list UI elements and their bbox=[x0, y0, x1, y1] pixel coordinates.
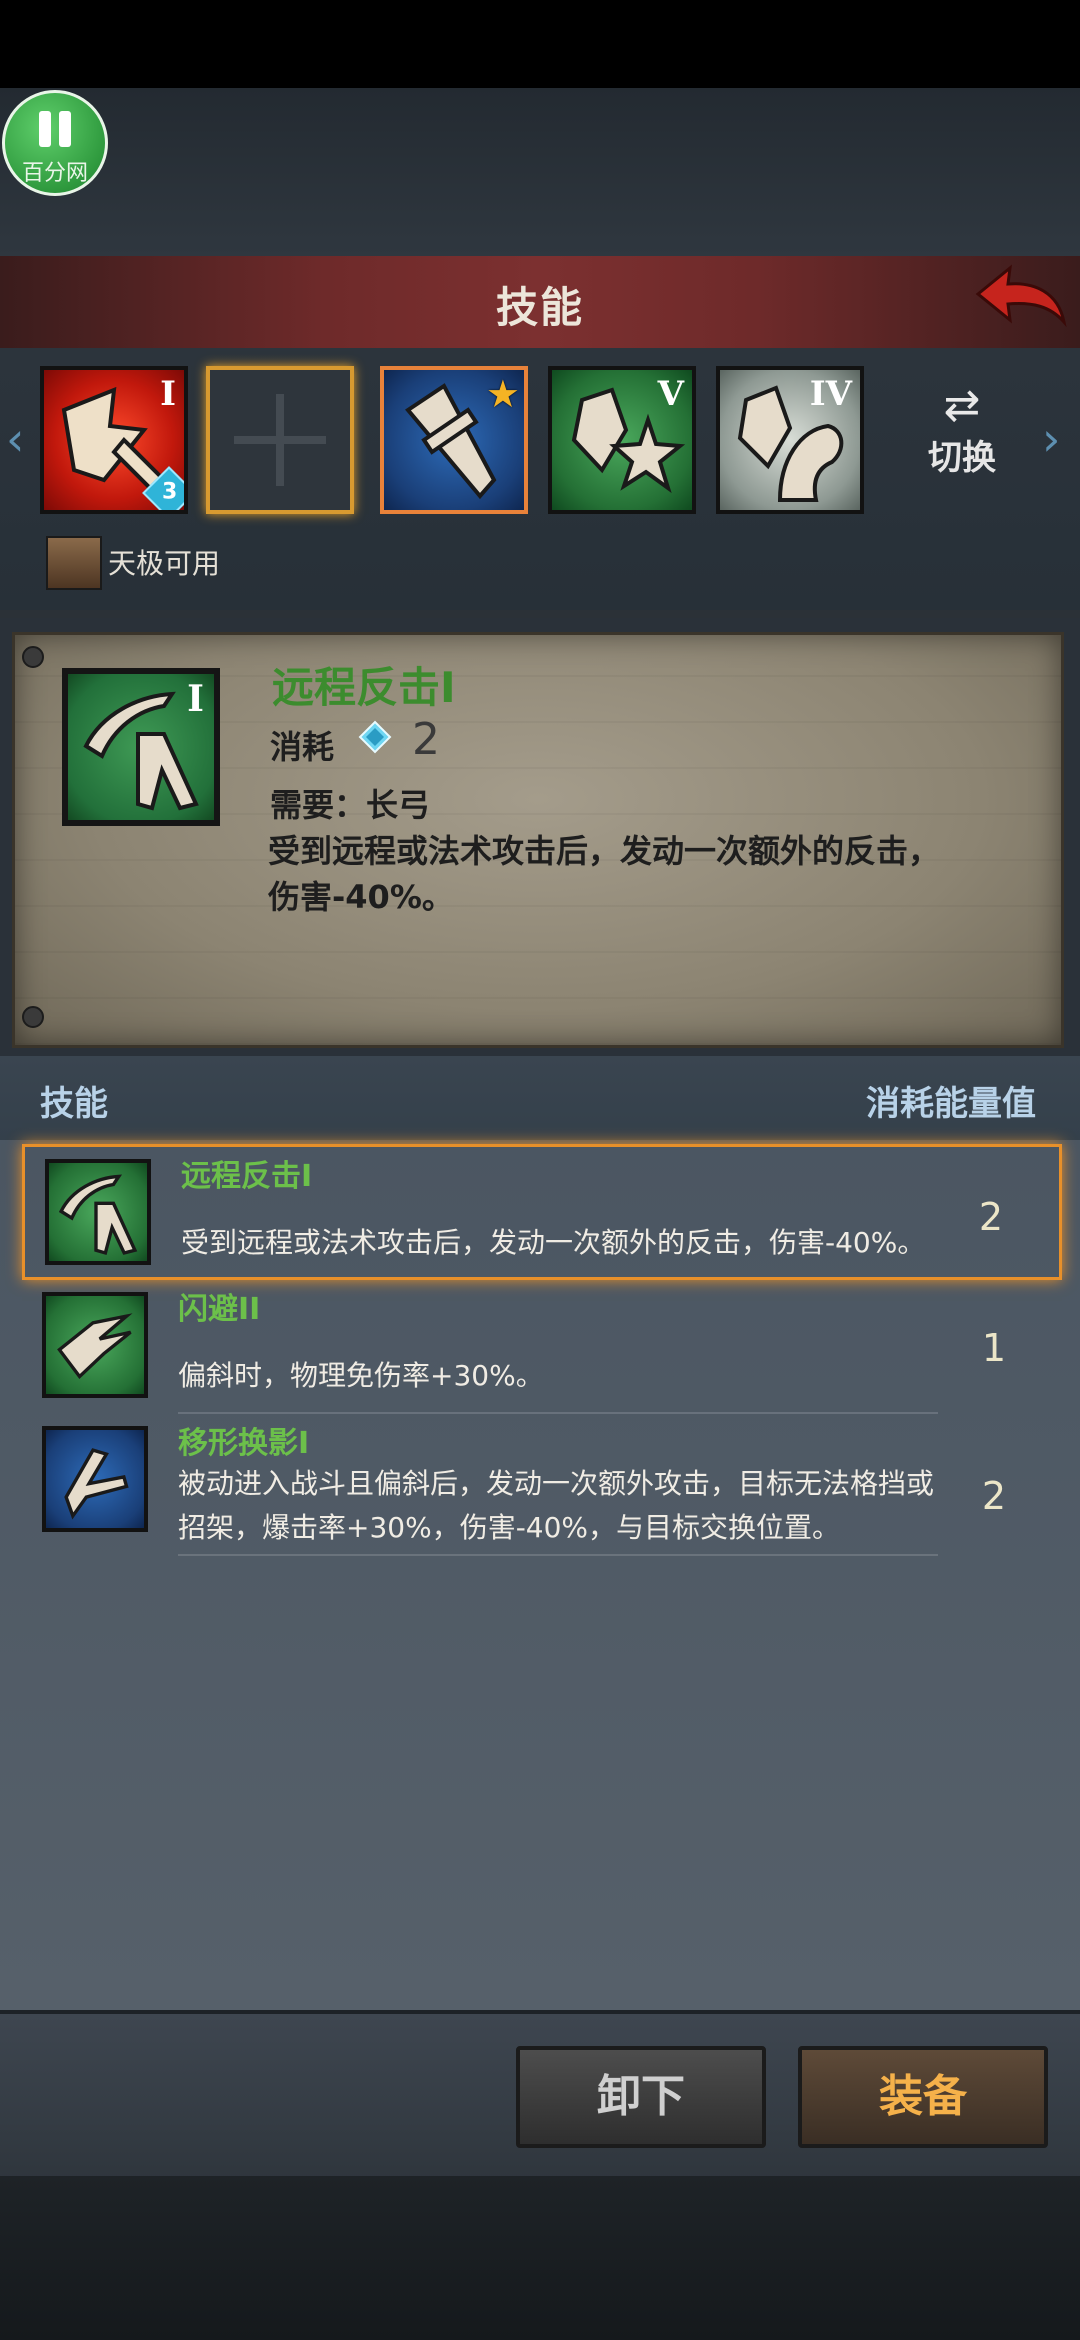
list-item-cost: 1 bbox=[981, 1326, 1006, 1370]
rivet-icon bbox=[22, 1006, 44, 1028]
energy-gem-icon bbox=[358, 720, 392, 754]
list-item[interactable]: 闪避II 偏斜时，物理免伤率+30%。 1 bbox=[22, 1284, 1062, 1416]
detail-cost-value: 2 bbox=[412, 714, 440, 765]
row-divider bbox=[178, 1412, 938, 1414]
dodge-icon bbox=[42, 1292, 148, 1398]
slot-rank: I bbox=[160, 374, 176, 414]
detail-skill-icon: I bbox=[62, 668, 220, 826]
slot-rank: IV bbox=[809, 374, 852, 414]
hero-available-label: 天极可用 bbox=[108, 547, 221, 580]
switch-button[interactable]: ⇄ 切换 bbox=[912, 382, 1012, 479]
footer-area bbox=[0, 2176, 1080, 2340]
scroll-right-icon[interactable]: › bbox=[1042, 412, 1060, 466]
hero-avatar bbox=[46, 536, 102, 590]
top-background bbox=[0, 88, 1080, 256]
status-bar bbox=[0, 0, 1080, 88]
equip-button[interactable]: 装备 bbox=[798, 2046, 1048, 2148]
page-title: 技能 bbox=[495, 283, 584, 332]
detail-rank: I bbox=[187, 678, 204, 720]
list-header-skill: 技能 bbox=[40, 1084, 108, 1124]
skill-slot-2-empty[interactable] bbox=[206, 366, 354, 514]
swap-arrows-icon: ⇄ bbox=[943, 380, 981, 431]
skill-slot-4[interactable]: V bbox=[548, 366, 696, 514]
list-header-energy: 消耗能量值 bbox=[866, 1084, 1036, 1124]
pause-icon-bar bbox=[39, 111, 51, 147]
detail-skill-name: 远程反击I bbox=[272, 663, 456, 712]
list-item-name: 远程反击I bbox=[181, 1159, 313, 1194]
list-item-name: 闪避II bbox=[178, 1292, 261, 1327]
list-item-description: 被动进入战斗且偏斜后，发动一次额外攻击，目标无法格挡或招架，爆击率+30%，伤害… bbox=[178, 1467, 935, 1544]
detail-description: 受到远程或法术攻击后，发动一次额外的反击，伤害-40%。 bbox=[268, 832, 941, 916]
bow-counter-icon bbox=[45, 1159, 151, 1265]
detail-cost-label: 消耗 bbox=[270, 728, 335, 766]
detail-requirement: 需要：长弓 bbox=[270, 786, 431, 824]
list-item-description: 偏斜时，物理免伤率+30%。 bbox=[178, 1359, 544, 1392]
back-arrow-icon[interactable] bbox=[970, 262, 1070, 338]
list-item-selected[interactable]: 远程反击I 受到远程或法术攻击后，发动一次额外的反击，伤害-40%。 2 bbox=[22, 1144, 1062, 1280]
list-item[interactable]: 移形换影I 被动进入战斗且偏斜后，发动一次额外攻击，目标无法格挡或招架，爆击率+… bbox=[22, 1418, 1062, 1558]
pause-button[interactable]: 百分网 bbox=[2, 90, 108, 196]
favorite-star-icon: ★ bbox=[485, 372, 520, 416]
pause-icon-bar bbox=[59, 111, 71, 147]
skill-slot-5[interactable]: IV bbox=[716, 366, 864, 514]
watermark-text: 百分网 bbox=[21, 161, 88, 186]
list-item-cost: 2 bbox=[978, 1195, 1003, 1239]
title-banner: 技能 bbox=[0, 256, 1080, 351]
skill-slot-1[interactable]: I 3 bbox=[40, 366, 188, 514]
shadow-swap-icon bbox=[42, 1426, 148, 1532]
scroll-left-icon[interactable]: ‹ bbox=[6, 412, 24, 466]
list-item-cost: 2 bbox=[981, 1474, 1006, 1518]
empty-cross-icon bbox=[234, 394, 326, 486]
unload-button[interactable]: 卸下 bbox=[516, 2046, 766, 2148]
slot-rank: V bbox=[657, 374, 684, 414]
row-divider bbox=[178, 1554, 938, 1556]
rivet-icon bbox=[22, 646, 44, 668]
list-item-name: 移形换影I bbox=[178, 1426, 310, 1461]
switch-label: 切换 bbox=[928, 438, 996, 478]
skill-slot-3[interactable]: ★ bbox=[380, 366, 528, 514]
list-item-description: 受到远程或法术攻击后，发动一次额外的反击，伤害-40%。 bbox=[181, 1226, 926, 1259]
